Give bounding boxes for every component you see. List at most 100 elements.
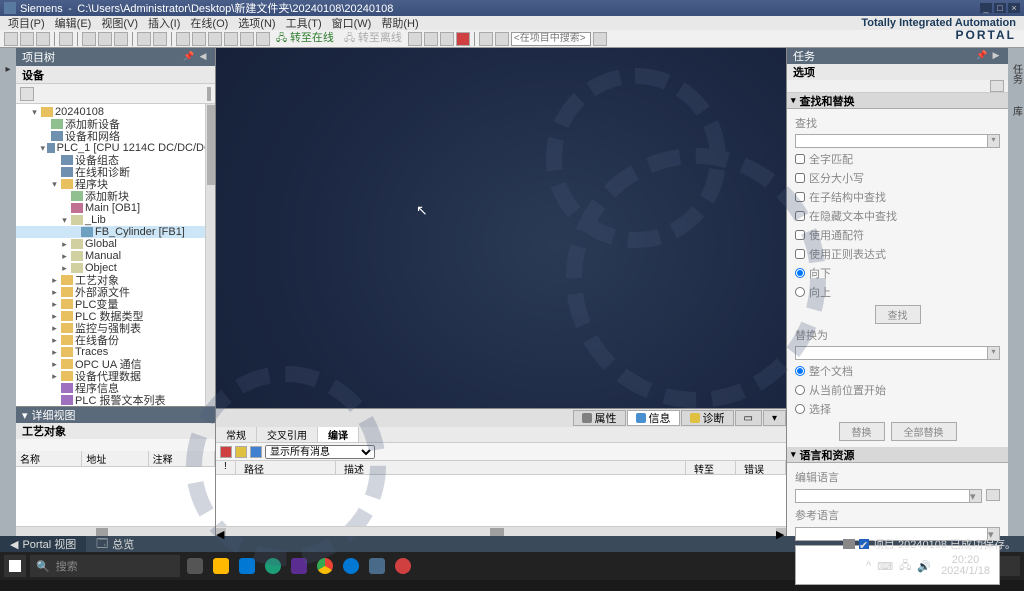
tb-c1[interactable]: [479, 32, 493, 46]
radio-selection[interactable]: 选择: [795, 401, 1000, 417]
tb-c2[interactable]: [495, 32, 509, 46]
tb-new[interactable]: [4, 32, 18, 46]
find-replace-header[interactable]: ▾查找和替换: [787, 93, 1008, 109]
ref-lang-label: 参考语言: [795, 507, 1000, 523]
tasks-pin-icon[interactable]: 📌: [976, 50, 988, 62]
notifications-icon[interactable]: [1000, 556, 1020, 576]
tb-redo[interactable]: [153, 32, 167, 46]
chk-substruct[interactable]: 在子结构中查找: [795, 189, 1000, 205]
toolbar: 🖧 转至在线 🖧 转至离线: [0, 30, 1024, 48]
brand-portal: PORTAL: [956, 28, 1016, 42]
tree-tb1[interactable]: [20, 87, 34, 101]
tb-cut[interactable]: [82, 32, 96, 46]
tb-search-go[interactable]: [593, 32, 607, 46]
replace-button[interactable]: 替换: [839, 422, 885, 441]
replace-input[interactable]: ▾: [795, 346, 1000, 360]
tasks-collapse-icon[interactable]: ▶: [990, 50, 1002, 62]
tree-tb3[interactable]: [209, 87, 211, 101]
go-offline-button[interactable]: 🖧 转至离线: [340, 29, 406, 48]
radio-whole-doc[interactable]: 整个文档: [795, 363, 1000, 379]
tree-scrollbar[interactable]: [205, 104, 215, 406]
chk-regex[interactable]: 使用正则表达式: [795, 246, 1000, 262]
tree-toolbar: [16, 84, 215, 104]
start-button[interactable]: [4, 555, 26, 577]
project-tree-header: 项目树 📌◀: [16, 48, 215, 66]
tb-a1[interactable]: [176, 32, 190, 46]
project-search-input[interactable]: [511, 32, 591, 46]
taskbar-search[interactable]: 🔍 搜索: [30, 555, 180, 577]
info-hscroll[interactable]: ◀▶: [216, 526, 786, 536]
device-section-header: 设备: [16, 66, 215, 84]
replace-all-button[interactable]: 全部替换: [891, 422, 957, 441]
system-tray[interactable]: ^ ⌨ 🖧 🔊 20:202024/1/18: [866, 555, 1020, 577]
radio-from-cur[interactable]: 从当前位置开始: [795, 382, 1000, 398]
tb-a2[interactable]: [192, 32, 206, 46]
tb-a3[interactable]: [208, 32, 222, 46]
detail-hscroll[interactable]: [16, 526, 215, 536]
find-input[interactable]: ▾: [795, 134, 1000, 148]
tb-b2[interactable]: [424, 32, 438, 46]
minimize-button[interactable]: _: [980, 3, 992, 13]
tb-b3[interactable]: [440, 32, 454, 46]
titlebar: Siemens - C:\Users\Administrator\Desktop…: [0, 0, 1024, 16]
tray-net-icon[interactable]: 🖧: [899, 557, 911, 576]
workspace: ↖ 属性 信息 诊断 ▭ ▾ 常规 交叉引用 编译 显示所有消息: [216, 48, 786, 536]
record-icon[interactable]: [392, 555, 414, 577]
task-view-icon[interactable]: [184, 555, 206, 577]
edit-lang-select[interactable]: ▾: [795, 489, 982, 503]
tb-a5[interactable]: [240, 32, 254, 46]
portal-bar: ◀ Portal 视图 🗔 总览 ✔ 项目 20240108 已成功保存。: [0, 536, 1024, 552]
left-side-tabs[interactable]: ▸: [0, 48, 16, 536]
menu-view[interactable]: 视图(V): [97, 15, 142, 31]
edit-lang-label: 编辑语言: [795, 469, 1000, 485]
close-button[interactable]: ×: [1008, 3, 1020, 13]
options-header: 选项: [787, 64, 1008, 80]
background-gears: [216, 48, 786, 536]
tree-pin-icon[interactable]: 📌: [183, 51, 195, 63]
edit-lang-btn[interactable]: [986, 489, 1000, 501]
tb-undo[interactable]: [137, 32, 151, 46]
lang-res-header[interactable]: ▾语言和资源: [787, 447, 1008, 463]
menubar: 项目(P) 编辑(E) 视图(V) 插入(I) 在线(O) 选项(N) 工具(T…: [0, 16, 1024, 30]
tb-print[interactable]: [59, 32, 73, 46]
tray-vol-icon[interactable]: 🔊: [917, 560, 931, 573]
right-side-tabs[interactable]: 任务 库: [1008, 48, 1024, 536]
chk-case[interactable]: 区分大小写: [795, 170, 1000, 186]
explorer-icon[interactable]: [210, 555, 232, 577]
tb-open[interactable]: [20, 32, 34, 46]
tree-node-fb-cylinder[interactable]: FB_Cylinder [FB1]: [16, 226, 215, 238]
tb-save[interactable]: [36, 32, 50, 46]
chk-wildcard[interactable]: 使用通配符: [795, 227, 1000, 243]
app2-icon[interactable]: [340, 555, 362, 577]
radio-up[interactable]: 向上: [795, 284, 1000, 300]
replace-label: 替换为: [795, 327, 1000, 343]
tree-collapse-icon[interactable]: ◀: [197, 51, 209, 63]
tb-a4[interactable]: [224, 32, 238, 46]
chk-hidden[interactable]: 在隐藏文本中查找: [795, 208, 1000, 224]
find-label: 查找: [795, 115, 1000, 131]
menu-insert[interactable]: 插入(I): [144, 15, 184, 31]
portal-view-tab[interactable]: ◀ Portal 视图: [0, 536, 86, 552]
app-icon: [4, 2, 16, 14]
cursor-icon: ↖: [416, 202, 428, 219]
chk-whole-word[interactable]: 全字匹配: [795, 151, 1000, 167]
menu-edit[interactable]: 编辑(E): [51, 15, 96, 31]
tray-ime-icon[interactable]: ⌨: [877, 560, 893, 573]
opt-btn[interactable]: [990, 80, 1004, 92]
tia-icon[interactable]: [366, 555, 388, 577]
overview-tab[interactable]: 🗔 总览: [86, 535, 144, 554]
find-button[interactable]: 查找: [875, 305, 921, 324]
go-online-button[interactable]: 🖧 转至在线: [272, 29, 338, 48]
status-message: ✔ 项目 20240108 已成功保存。: [835, 536, 1024, 552]
menu-online[interactable]: 在线(O): [186, 15, 232, 31]
tray-up-icon[interactable]: ^: [866, 560, 871, 572]
clock[interactable]: 20:202024/1/18: [937, 555, 994, 577]
tb-b1[interactable]: [408, 32, 422, 46]
menu-project[interactable]: 项目(P): [4, 15, 49, 31]
project-tree[interactable]: ▾20240108 添加新设备 设备和网络 ▾PLC_1 [CPU 1214C …: [16, 104, 215, 406]
tb-paste[interactable]: [114, 32, 128, 46]
maximize-button[interactable]: □: [994, 3, 1006, 13]
tb-b4[interactable]: [456, 32, 470, 46]
tb-a6[interactable]: [256, 32, 270, 46]
tb-copy[interactable]: [98, 32, 112, 46]
